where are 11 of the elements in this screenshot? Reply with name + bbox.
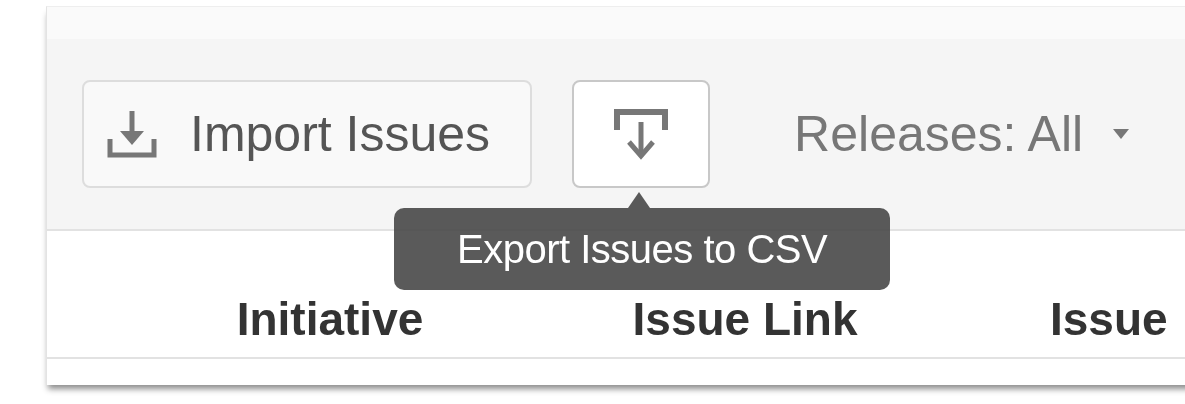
export-tray-icon: [613, 108, 670, 160]
caret-down-icon: [1113, 129, 1130, 139]
releases-dropdown[interactable]: Releases: All: [794, 105, 1130, 163]
import-issues-button[interactable]: Import Issues: [82, 80, 533, 188]
download-tray-icon: [106, 109, 158, 159]
export-button[interactable]: [572, 80, 711, 188]
tooltip: Export Issues to CSV: [394, 208, 891, 290]
column-header: Issue Link: [631, 292, 859, 346]
tooltip-arrow-icon: [628, 192, 651, 208]
column-header: Initiative: [235, 292, 425, 346]
column-header: Issue: [1049, 292, 1169, 346]
